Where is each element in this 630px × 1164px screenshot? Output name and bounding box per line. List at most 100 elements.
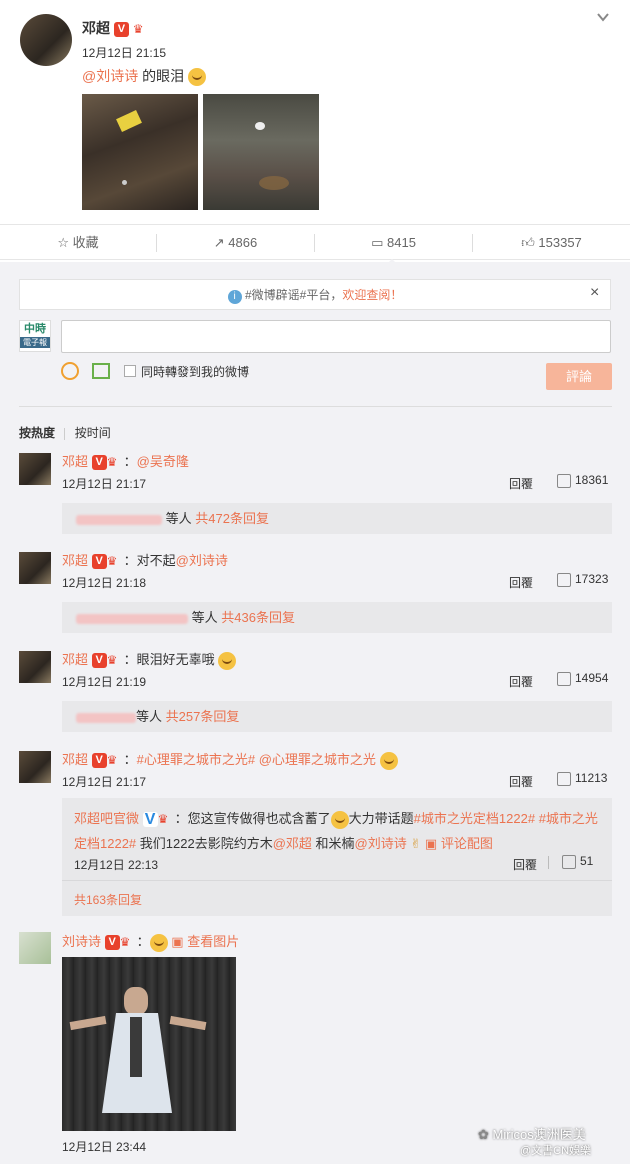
comment-like-button[interactable]: 18361: [557, 473, 608, 488]
minion-emoji-icon: [149, 933, 168, 952]
comment-author: 邓超 V ♛ ：对不起@刘诗诗: [62, 553, 228, 570]
post-action-bar: ☆ 收藏 ↗ 4866 ▭ 8415 👍︎ 153357: [0, 224, 630, 265]
post-time[interactable]: 12月12日 21:15: [82, 44, 166, 61]
reply-summary[interactable]: 等人 共436条回复: [62, 602, 612, 633]
comment-avatar[interactable]: [19, 552, 51, 584]
cat-emoji-icon: [188, 68, 206, 87]
verified-icon: V: [91, 554, 107, 570]
info-icon: i: [227, 290, 242, 304]
comment-avatar[interactable]: [19, 751, 51, 783]
image-icon: ▣: [424, 836, 438, 851]
repost-icon: ↗: [213, 235, 225, 250]
comment-like-button[interactable]: 17323: [557, 572, 608, 587]
comment-time: 12月12日 21:17: [62, 477, 147, 491]
comment-icon: ▭: [371, 235, 384, 250]
cat-emoji-icon: [218, 651, 237, 670]
sort-hot-tab[interactable]: 按热度: [19, 426, 55, 440]
verified-icon: V: [91, 455, 107, 471]
close-icon[interactable]: ×: [590, 284, 599, 302]
thumbs-up-icon: [557, 771, 571, 786]
blurred-names: [76, 613, 188, 624]
post-image-2[interactable]: [203, 94, 319, 210]
comment-button[interactable]: ▭ 8415: [315, 225, 472, 261]
submit-comment-button[interactable]: 評論: [546, 363, 612, 390]
reply-button[interactable]: 回覆: [509, 475, 533, 492]
comment-mention[interactable]: @刘诗诗: [176, 553, 228, 568]
star-icon: ☆: [57, 235, 69, 250]
sync-label: 同時轉發到我的微博: [141, 365, 250, 379]
like-button[interactable]: 👍︎ 153357: [473, 225, 630, 261]
watermark-sub: @文書CN娛樂: [520, 1145, 592, 1157]
member-crown-icon: ♛: [157, 812, 169, 827]
nested-reply-text: 邓超吧官微 V ♛ ：您这宣传做得也忒含蓄了 大力带话题#城市之光定档1222# #城…: [74, 810, 598, 851]
comment-mention[interactable]: @吴奇隆: [137, 454, 189, 469]
notice-link[interactable]: 欢迎查阅！: [342, 288, 402, 302]
post-author-avatar[interactable]: [20, 14, 72, 66]
comment-image-link[interactable]: ▣ 评论配图: [425, 836, 493, 851]
thumbs-up-icon: [557, 473, 571, 488]
post-image-1[interactable]: [82, 94, 198, 210]
cat-emoji-icon: [330, 810, 349, 829]
blurred-names: [76, 514, 162, 525]
sort-tabs: 按热度 按时间: [19, 424, 111, 441]
comment-author: 邓超 V ♛ ：@吴奇隆: [62, 454, 189, 471]
member-crown-icon: ♛: [132, 21, 144, 36]
emoji-picker-icon[interactable]: [61, 362, 79, 380]
comment-photo[interactable]: [62, 957, 236, 1131]
reply-summary[interactable]: 等人 共472条回复: [62, 503, 612, 534]
comment-author: 邓超 V ♛ ：眼泪好无辜哦: [62, 649, 237, 670]
reply-button[interactable]: 回覆: [509, 773, 533, 790]
comment-like-button[interactable]: 14954: [557, 671, 608, 686]
composer-avatar: 中時 電子報: [19, 320, 51, 352]
verified-icon: V: [113, 21, 129, 37]
chevron-down-icon[interactable]: [596, 10, 610, 24]
blurred-names: [76, 712, 136, 723]
favorite-button[interactable]: ☆ 收藏: [0, 225, 156, 261]
member-crown-icon: ♛: [106, 753, 118, 768]
sync-checkbox[interactable]: [124, 365, 136, 377]
view-all-replies-link[interactable]: 共163条回复: [74, 891, 142, 908]
thumbs-up-icon: [557, 671, 571, 686]
sort-time-tab[interactable]: 按时间: [75, 426, 111, 440]
rock-hand-icon: ✌: [410, 836, 422, 851]
verified-icon: V: [104, 935, 120, 951]
image-upload-icon[interactable]: [92, 363, 110, 379]
reply-button[interactable]: 回覆: [509, 673, 533, 690]
post-text: @刘诗诗 的眼泪: [82, 66, 206, 87]
comment-time: 12月12日 21:19: [62, 675, 147, 689]
verified-icon: V: [91, 653, 107, 669]
comment-author: 邓超 V ♛ ：#心理罪之城市之光# @心理罪之城市之光: [62, 749, 398, 770]
member-crown-icon: ♛: [106, 554, 118, 569]
comment-time: 12月12日 21:17: [62, 775, 147, 789]
thumbs-up-icon: [557, 572, 571, 587]
reply-button[interactable]: 回覆: [513, 856, 537, 873]
post-author-name[interactable]: 邓超 V ♛: [82, 18, 150, 38]
comment-avatar[interactable]: [19, 932, 51, 964]
repost-button[interactable]: ↗ 4866: [157, 225, 314, 261]
member-crown-icon: ♛: [106, 653, 118, 668]
reply-summary[interactable]: 等人 共257条回复: [62, 701, 612, 732]
member-crown-icon: ♛: [119, 935, 131, 950]
comment-time: 12月12日 23:44: [62, 1140, 147, 1154]
rumor-notice: i #微博辟谣#平台，欢迎查阅！: [19, 279, 611, 310]
comment-time: 12月12日 21:18: [62, 576, 147, 590]
comment-mention[interactable]: #心理罪之城市之光# @心理罪之城市之光: [137, 752, 376, 767]
comment-author: 刘诗诗 V ♛： ▣ 查看图片: [62, 931, 239, 952]
watermark: ✿ Miricos澳洲医美: [478, 1127, 586, 1142]
member-crown-icon: ♛: [106, 455, 118, 470]
thumbs-up-icon: [562, 854, 576, 869]
post-mention[interactable]: @刘诗诗: [82, 68, 138, 84]
view-image-link[interactable]: ▣ 查看图片: [171, 934, 239, 949]
verified-blue-icon: V: [142, 812, 158, 828]
comment-avatar[interactable]: [19, 453, 51, 485]
verified-icon: V: [91, 753, 107, 769]
comment-like-button[interactable]: 11213: [557, 771, 607, 786]
nested-reply-time: 12月12日 22:13: [74, 858, 159, 872]
comment-input[interactable]: [61, 320, 611, 353]
cat-emoji-icon: [379, 751, 398, 770]
thumbs-up-icon: 👍︎: [521, 235, 535, 250]
wechat-icon: ✿: [478, 1127, 489, 1142]
comment-like-button[interactable]: 51: [562, 854, 593, 869]
reply-button[interactable]: 回覆: [509, 574, 533, 591]
comment-avatar[interactable]: [19, 651, 51, 683]
